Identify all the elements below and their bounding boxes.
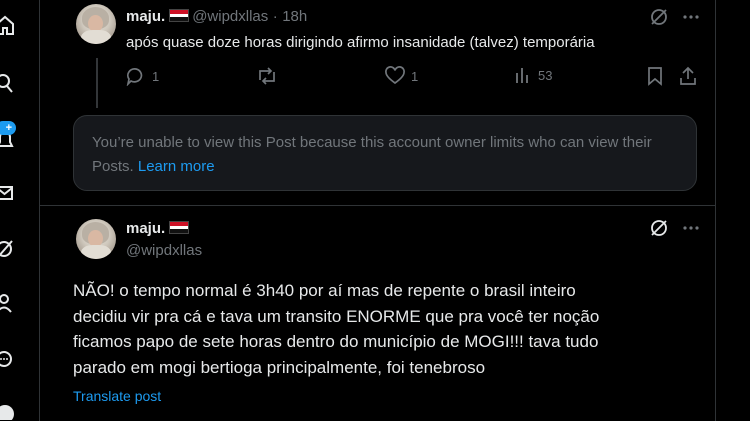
post-text-line: decidiu vir pra cá e tava um transito EN… (73, 306, 600, 326)
column-border-right (715, 0, 716, 421)
author-name[interactable]: maju. (126, 220, 165, 237)
share-icon (680, 66, 696, 85)
post-text-line: parado em mogi bertioga principalmente, … (73, 357, 486, 377)
like-count: 1 (411, 68, 419, 84)
flag-icon (169, 221, 190, 234)
reply-icon (126, 68, 143, 86)
notification-badge: + (0, 121, 16, 135)
heart-icon (385, 66, 405, 85)
more-options-icon[interactable] (682, 8, 700, 26)
more-circle-icon[interactable] (0, 348, 14, 370)
avatar[interactable] (76, 219, 116, 259)
repost-icon (259, 67, 275, 85)
repost-button[interactable] (256, 66, 278, 86)
post-text: após quase doze horas dirigindo afirmo i… (126, 34, 595, 51)
restricted-post-notice: You’re unable to view this Post because … (73, 115, 697, 191)
communities-icon[interactable] (0, 292, 14, 314)
home-icon[interactable] (0, 14, 14, 36)
post-text-line: ficamos papo de sete horas dentro do mun… (73, 332, 599, 351)
bookmark-icon (648, 67, 662, 86)
views-button[interactable]: 53 (514, 66, 552, 84)
bookmark-button[interactable] (646, 66, 664, 86)
messages-icon[interactable] (0, 182, 14, 204)
action-bar: 1 1 53 (126, 66, 706, 88)
author-name-row: maju. (126, 220, 192, 238)
view-count: 53 (538, 67, 553, 83)
post-text-line: NÃO! o tempo normal é 3h40 por aí mas de… (73, 281, 576, 300)
grok-analyze-icon[interactable] (650, 8, 668, 26)
reply-count: 1 (152, 68, 160, 84)
author-handle[interactable]: @wipdxllas (126, 242, 202, 259)
post-compose-icon[interactable] (0, 398, 14, 420)
more-options-icon[interactable] (682, 219, 700, 237)
separator-dot: · (272, 8, 278, 25)
thread-connector-line (96, 58, 98, 108)
avatar[interactable] (76, 4, 116, 44)
left-nav: + (0, 0, 38, 421)
views-icon (516, 68, 528, 83)
search-icon[interactable] (0, 72, 14, 94)
author-name[interactable]: maju. (126, 8, 165, 25)
learn-more-link[interactable]: Learn more (138, 158, 215, 175)
post-timestamp[interactable]: 18h (282, 8, 307, 25)
grok-icon[interactable] (0, 238, 14, 260)
post-divider (40, 205, 715, 206)
like-button[interactable]: 1 (385, 66, 418, 86)
share-button[interactable] (679, 66, 697, 86)
flag-icon (169, 9, 190, 22)
post-body: NÃO! o tempo normal é 3h40 por aí mas de… (73, 278, 703, 380)
timeline: maju. @wipdxllas · 18h após quase doze ho… (40, 0, 715, 421)
grok-analyze-icon[interactable] (650, 219, 668, 237)
post-header: maju. @wipdxllas · 18h (126, 8, 307, 26)
reply-button[interactable]: 1 (126, 66, 159, 86)
author-handle[interactable]: @wipdxllas (192, 8, 268, 25)
translate-post-link[interactable]: Translate post (73, 388, 161, 404)
